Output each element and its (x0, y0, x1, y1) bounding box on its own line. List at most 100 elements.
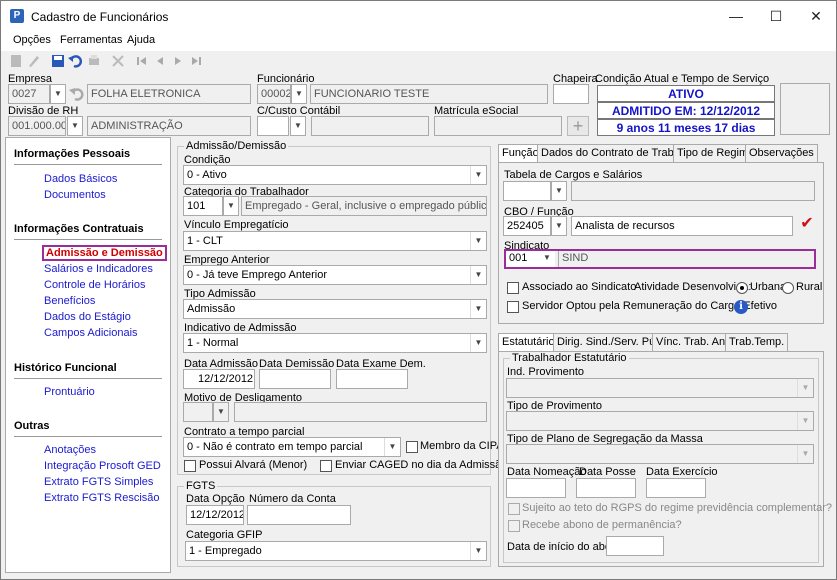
sindicato-dropdown-button[interactable]: ▼ (539, 251, 555, 267)
tab-vinc-trab-ant[interactable]: Vínc. Trab. Ant. (652, 333, 736, 351)
matricula-esocial-field[interactable] (434, 116, 562, 136)
chevron-down-icon: ▼ (470, 266, 486, 284)
previous-record-icon[interactable] (153, 54, 167, 68)
last-record-icon[interactable] (189, 54, 203, 68)
membro-cipa-checkbox[interactable] (406, 441, 418, 453)
motivo-code-field[interactable] (183, 402, 213, 422)
menu-opcoes[interactable]: Opções (13, 34, 51, 46)
photo-box[interactable] (780, 83, 830, 135)
sidebar-item-admissao-demissao[interactable]: Admissão e Demissão (42, 245, 167, 261)
sidebar-item-anotacoes[interactable]: Anotações (44, 444, 96, 456)
condicao-select[interactable]: 0 - Ativo ▼ (183, 165, 487, 185)
cbo-desc-field[interactable]: Analista de recursos (571, 216, 793, 236)
menu-ferramentas[interactable]: Ferramentas (60, 34, 122, 46)
data-exame-field[interactable] (336, 369, 408, 389)
first-record-icon[interactable] (135, 54, 149, 68)
urbana-radio[interactable] (736, 282, 748, 294)
add-matricula-button[interactable]: + (567, 116, 589, 136)
categoria-dropdown-button[interactable]: ▼ (223, 196, 239, 216)
data-demissao-field[interactable] (259, 369, 331, 389)
plano-segregacao-select[interactable]: ▼ (506, 444, 814, 464)
next-record-icon[interactable] (171, 54, 185, 68)
sidebar-section-informacoes-contratuais: Informações Contratuais (14, 223, 144, 235)
categoria-gfip-select[interactable]: 1 - Empregado ▼ (185, 541, 487, 561)
empresa-code-field[interactable]: 0027 (8, 84, 50, 104)
tabela-cargos-code-field[interactable] (503, 181, 551, 201)
undo-icon[interactable] (68, 54, 82, 68)
sindicato-code-field[interactable]: 001 (506, 251, 540, 267)
sidebar-item-extrato-fgts-simples[interactable]: Extrato FGTS Simples (44, 476, 153, 488)
maximize-button[interactable]: ☐ (756, 1, 796, 31)
data-posse-field[interactable] (576, 478, 636, 498)
vinculo-label: Vínculo Empregatício (184, 219, 289, 231)
custo-dropdown-button[interactable]: ▼ (290, 116, 306, 136)
custo-code-field[interactable] (257, 116, 289, 136)
sidebar-item-documentos[interactable]: Documentos (44, 189, 106, 201)
rural-radio[interactable] (782, 282, 794, 294)
empresa-dropdown-button[interactable]: ▼ (50, 84, 66, 104)
empresa-name-field: FOLHA ELETRONICA (87, 84, 251, 104)
sidebar-item-integracao-ged[interactable]: Integração Prosoft GED (44, 460, 161, 472)
info-icon[interactable]: i (734, 300, 748, 314)
print-icon[interactable] (87, 54, 101, 68)
sidebar-item-dados-basicos[interactable]: Dados Básicos (44, 173, 117, 185)
inicio-abono-field[interactable] (606, 536, 664, 556)
numero-conta-field[interactable] (247, 505, 351, 525)
check-icon[interactable]: ✔ (797, 214, 817, 234)
tipo-admissao-select[interactable]: Admissão ▼ (183, 299, 487, 319)
vinculo-select[interactable]: 1 - CLT ▼ (183, 231, 487, 251)
categoria-gfip-label: Categoria GFIP (186, 529, 263, 541)
caged-checkbox[interactable] (320, 460, 332, 472)
categoria-code-field[interactable]: 101 (183, 196, 223, 216)
abono-permanencia-checkbox[interactable] (508, 520, 520, 532)
motivo-dropdown-button[interactable]: ▼ (213, 402, 229, 422)
new-icon[interactable] (9, 54, 23, 68)
divisao-name-field: ADMINISTRAÇÃO (87, 116, 251, 136)
data-nomeacao-field[interactable] (506, 478, 566, 498)
delete-icon[interactable] (111, 54, 125, 68)
refresh-empresa-icon[interactable] (69, 87, 85, 101)
sidebar-item-beneficios[interactable]: Benefícios (44, 295, 95, 307)
condicao-atual-label: Condição Atual e Tempo de Serviço (595, 73, 770, 85)
servidor-checkbox[interactable] (507, 301, 519, 313)
sidebar-item-campos-adicionais[interactable]: Campos Adicionais (44, 327, 138, 339)
data-admissao-field[interactable]: 12/12/2012 (183, 369, 255, 389)
close-button[interactable]: ✕ (796, 1, 836, 31)
contrato-parcial-select[interactable]: 0 - Não é contrato em tempo parcial ▼ (183, 437, 401, 457)
tabela-cargos-dropdown-button[interactable]: ▼ (551, 181, 567, 201)
motivo-desc-field (234, 402, 487, 422)
chapeira-field[interactable] (553, 84, 589, 104)
data-nomeacao-label: Data Nomeação (507, 466, 587, 478)
indicativo-select[interactable]: 1 - Normal ▼ (183, 333, 487, 353)
edit-icon[interactable] (27, 54, 41, 68)
sidebar-item-salarios-indicadores[interactable]: Salários e Indicadores (44, 263, 153, 275)
save-icon[interactable] (51, 54, 65, 68)
cbo-code-field[interactable]: 252405 (503, 216, 551, 236)
funcionario-code-field[interactable]: 00002 (257, 84, 291, 104)
menu-bar: Opções Ferramentas Ajuda (1, 31, 836, 51)
cbo-dropdown-button[interactable]: ▼ (551, 216, 567, 236)
tab-funcao[interactable]: Função (498, 144, 543, 163)
sidebar-item-dados-estagio[interactable]: Dados do Estágio (44, 311, 131, 323)
tempo-servico-display: 9 anos 11 meses 17 dias (597, 119, 775, 136)
tab-trab-temp[interactable]: Trab.Temp. (725, 333, 789, 351)
divisao-dropdown-button[interactable]: ▼ (67, 116, 83, 136)
sidebar-item-controle-horarios[interactable]: Controle de Horários (44, 279, 146, 291)
tab-observacoes[interactable]: Observações (745, 144, 818, 162)
indicativo-value: 1 - Normal (187, 337, 239, 349)
alvara-checkbox[interactable] (184, 460, 196, 472)
data-exercicio-field[interactable] (646, 478, 706, 498)
tipo-provimento-select[interactable]: ▼ (506, 411, 814, 431)
associado-sindicato-checkbox[interactable] (507, 282, 519, 294)
tab-estatutario[interactable]: Estatutário (498, 333, 559, 352)
sidebar-item-extrato-fgts-rescisao[interactable]: Extrato FGTS Rescisão (44, 492, 160, 504)
minimize-button[interactable]: — (716, 1, 756, 31)
teto-rgps-checkbox[interactable] (508, 503, 520, 515)
menu-ajuda[interactable]: Ajuda (127, 34, 155, 46)
ind-provimento-select[interactable]: ▼ (506, 378, 814, 398)
emprego-anterior-select[interactable]: 0 - Já teve Emprego Anterior ▼ (183, 265, 487, 285)
sidebar-item-prontuario[interactable]: Prontuário (44, 386, 95, 398)
data-opcao-field[interactable]: 12/12/2012 (186, 505, 244, 525)
funcionario-dropdown-button[interactable]: ▼ (291, 84, 307, 104)
divisao-code-field[interactable]: 001.000.000 (8, 116, 66, 136)
